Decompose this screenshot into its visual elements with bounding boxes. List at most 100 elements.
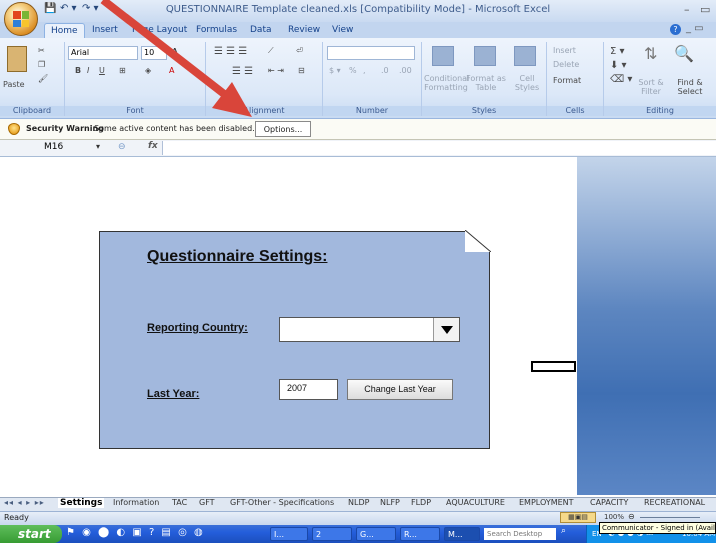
view-buttons-icon[interactable]: ▦▣▤ <box>560 512 596 523</box>
sheet-tab-gft-other[interactable]: GFT-Other - Specifications <box>230 498 334 507</box>
folded-corner-icon <box>465 230 491 252</box>
align-top-icon[interactable]: ☰ ☰ ☰ <box>214 46 247 57</box>
sheet-tab-nldp[interactable]: NLDP <box>348 498 369 507</box>
styles-group-label: Styles <box>422 106 546 116</box>
paste-icon[interactable] <box>7 46 27 72</box>
cells-group-label: Cells <box>547 106 603 116</box>
taskbar-item-4[interactable]: R... <box>400 527 440 541</box>
fill-icon[interactable]: ⬇ ▾ <box>610 60 627 71</box>
taskbar-item-3[interactable]: G... <box>356 527 396 541</box>
copy-icon[interactable]: ❐ <box>38 60 45 69</box>
restore-button[interactable]: ▭ <box>700 3 710 16</box>
communicator-tooltip: Communicator - Signed in (Available) <box>599 522 716 534</box>
decrease-decimal-icon[interactable]: .00 <box>399 66 412 75</box>
clear-icon[interactable]: ⌫ ▾ <box>610 74 632 85</box>
help-icon[interactable]: ? <box>670 24 681 35</box>
taskbar-item-2[interactable]: 2 <box>312 527 352 541</box>
zoom-slider[interactable] <box>640 517 700 518</box>
start-button[interactable]: start <box>0 525 62 543</box>
currency-icon[interactable]: $ ▾ <box>329 66 341 75</box>
find-select-label[interactable]: Find & Select <box>670 78 710 96</box>
sort-filter-label[interactable]: Sort & Filter <box>634 78 668 96</box>
format-painter-icon[interactable]: 🖌 <box>38 74 48 83</box>
zoom-out-icon[interactable]: ⊖ <box>628 512 635 521</box>
font-color-icon[interactable]: A <box>169 66 174 75</box>
bold-icon[interactable]: B <box>75 66 81 75</box>
number-format-box[interactable] <box>327 46 415 60</box>
italic-icon[interactable]: I <box>87 66 89 75</box>
sheet-tab-fldp[interactable]: FLDP <box>411 498 431 507</box>
cancel-entry-icon[interactable]: ⊖ <box>118 142 126 152</box>
merge-center-icon[interactable]: ⊟ <box>298 66 305 75</box>
format-as-table-label[interactable]: Format as Table <box>466 74 506 92</box>
taskbar-item-excel[interactable]: M... <box>444 527 480 541</box>
font-name-box[interactable]: Arial <box>68 46 138 60</box>
font-size-box[interactable]: 10 <box>141 46 167 60</box>
name-box[interactable]: M16 <box>18 140 102 155</box>
autosum-icon[interactable]: Σ ▾ <box>610 46 625 57</box>
cell-styles-label[interactable]: Cell Styles <box>510 74 544 92</box>
tab-page-layout[interactable]: Page Layout <box>126 23 193 38</box>
selected-cell-outline[interactable] <box>531 361 576 372</box>
wrap-text-icon[interactable]: ⏎ <box>296 46 303 55</box>
tab-formulas[interactable]: Formulas <box>190 23 243 38</box>
comma-icon[interactable]: , <box>363 66 366 75</box>
indent-icon[interactable]: ⇤ ⇥ <box>268 66 284 75</box>
find-select-icon[interactable]: 🔍 <box>674 44 694 63</box>
cell-styles-icon[interactable] <box>514 46 536 66</box>
sheet-tab-recreational[interactable]: RECREATIONAL <box>644 498 705 507</box>
security-warning-title: Security Warning <box>26 124 104 133</box>
tab-insert[interactable]: Insert <box>86 23 124 38</box>
security-warning-message: Some active content has been disabled. <box>94 124 255 133</box>
country-dropdown-button[interactable] <box>433 318 459 341</box>
sheet-tab-information[interactable]: Information <box>113 498 159 507</box>
sheet-nav-arrows-icon[interactable]: ◂◂ ◂ ▸ ▸▸ <box>4 498 45 507</box>
ribbon-minimize-button[interactable]: _ ▭ <box>686 23 704 34</box>
tab-home[interactable]: Home <box>44 23 85 39</box>
formula-input[interactable] <box>162 141 716 155</box>
percent-icon[interactable]: % <box>349 66 357 75</box>
minimize-button[interactable]: – <box>684 3 690 16</box>
format-cells-button[interactable]: Format <box>553 76 581 85</box>
cut-icon[interactable]: ✂ <box>38 46 45 55</box>
sheet-tab-gft[interactable]: GFT <box>199 498 215 507</box>
search-desktop-input[interactable]: Search Desktop <box>484 528 556 540</box>
sheet-tab-tac[interactable]: TAC <box>172 498 187 507</box>
tab-data[interactable]: Data <box>244 23 278 38</box>
underline-icon[interactable]: U <box>99 66 105 75</box>
insert-cells-button[interactable]: Insert <box>553 46 576 55</box>
change-last-year-button[interactable]: Change Last Year <box>347 379 453 400</box>
sheet-tab-employment[interactable]: EMPLOYMENT <box>519 498 574 507</box>
sheet-tab-capacity[interactable]: CAPACITY <box>590 498 628 507</box>
conditional-formatting-label[interactable]: Conditional Formatting <box>424 74 469 92</box>
office-logo-icon <box>13 11 29 27</box>
insert-function-icon[interactable]: fx <box>148 141 158 151</box>
conditional-formatting-icon[interactable] <box>432 46 454 66</box>
sheet-tab-nlfp[interactable]: NLFP <box>380 498 400 507</box>
quick-launch-icons[interactable]: ⚑ ◉ ⬤ ◐ ▣ ? ▤ ◎ ◍ <box>66 527 205 538</box>
name-box-dropdown-icon[interactable]: ▾ <box>96 142 100 151</box>
format-as-table-icon[interactable] <box>474 46 496 66</box>
tab-review[interactable]: Review <box>282 23 326 38</box>
grow-font-icon[interactable]: A <box>171 46 179 59</box>
orientation-icon[interactable]: ⟋ <box>268 46 274 56</box>
search-icon[interactable]: ⌕ <box>561 526 566 536</box>
tab-view[interactable]: View <box>326 23 359 38</box>
last-year-input[interactable]: 2007 <box>279 379 338 400</box>
window-title: QUESTIONNAIRE Template cleaned.xls [Comp… <box>165 4 551 15</box>
align-center-icon[interactable]: ☰ ☰ <box>232 66 253 77</box>
sheet-tab-settings[interactable]: Settings <box>58 498 105 508</box>
last-year-label: Last Year: <box>147 388 200 400</box>
options-button[interactable]: Options... <box>255 121 311 137</box>
delete-cells-button[interactable]: Delete <box>553 60 579 69</box>
borders-icon[interactable]: ⊞ <box>119 66 126 75</box>
increase-decimal-icon[interactable]: .0 <box>381 66 389 75</box>
number-group: $ ▾ % , .0 .00 Number <box>323 42 422 116</box>
office-button[interactable] <box>4 2 38 36</box>
fill-color-icon[interactable]: ◈ <box>145 66 151 75</box>
taskbar-item-1[interactable]: I... <box>270 527 308 541</box>
sheet-tab-aquaculture[interactable]: AQUACULTURE <box>446 498 505 507</box>
sort-filter-icon[interactable]: ⇅ <box>644 44 657 63</box>
zoom-level[interactable]: 100% <box>604 513 624 521</box>
paste-label[interactable]: Paste <box>3 80 25 89</box>
